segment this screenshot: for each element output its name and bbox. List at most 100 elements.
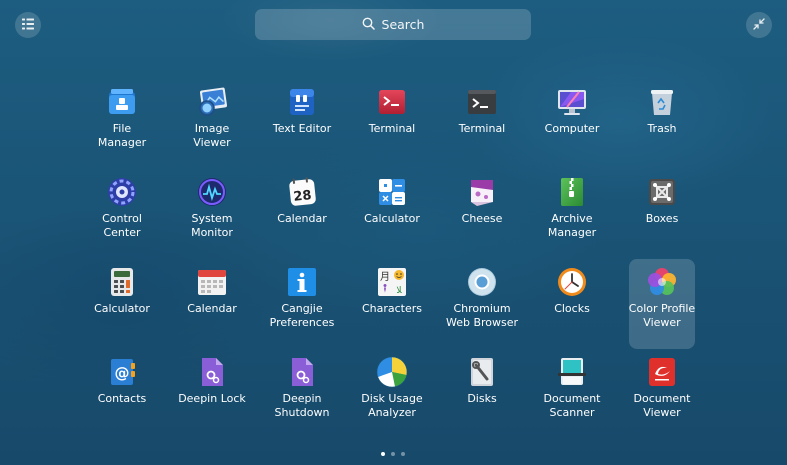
deepin-shutdown-icon [285, 355, 319, 389]
app-label: Characters [361, 302, 423, 315]
search-placeholder: Search [381, 17, 425, 32]
app-document-scanner[interactable]: Document Scanner [527, 349, 617, 439]
app-text-editor[interactable]: Text Editor [257, 79, 347, 169]
app-label: Disk Usage Analyzer [361, 392, 423, 419]
page-dot-3[interactable] [401, 452, 405, 456]
app-trash[interactable]: Trash [617, 79, 707, 169]
deepin-lock-icon [195, 355, 229, 389]
characters-icon: 月ﻼ [375, 265, 409, 299]
app-label: Control Center [102, 212, 142, 239]
app-label: Color Profile Viewer [628, 302, 696, 329]
app-contacts[interactable]: @ Contacts [77, 349, 167, 439]
calendar-28-icon: 28 [285, 175, 319, 209]
app-label: Document Scanner [543, 392, 601, 419]
app-label: Disks [467, 392, 497, 405]
app-label: Contacts [97, 392, 147, 405]
search-box[interactable]: Search [255, 9, 531, 40]
app-calculator-deepin[interactable]: Calculator [347, 169, 437, 259]
app-clocks[interactable]: Clocks [527, 259, 617, 349]
app-label: Document Viewer [633, 392, 691, 419]
app-label: Deepin Lock [178, 392, 246, 405]
svg-text:ﻼ: ﻼ [396, 286, 402, 296]
search-icon [362, 17, 375, 33]
app-deepin-shutdown[interactable]: Deepin Shutdown [257, 349, 347, 439]
app-deepin-lock[interactable]: Deepin Lock [167, 349, 257, 439]
collapse-icon [752, 16, 766, 35]
app-chromium[interactable]: Chromium Web Browser [437, 259, 527, 349]
category-view-button[interactable] [15, 12, 41, 38]
trash-icon [645, 85, 679, 119]
app-label: System Monitor [191, 212, 233, 239]
app-disks[interactable]: Disks [437, 349, 527, 439]
contacts-icon: @ [105, 355, 139, 389]
document-viewer-icon [645, 355, 679, 389]
app-label: Cangjie Preferences [269, 302, 335, 329]
app-calendar-deepin[interactable]: 28 Calendar [257, 169, 347, 259]
app-label: Deepin Shutdown [274, 392, 330, 419]
color-profile-icon [645, 265, 679, 299]
terminal-dark-icon [465, 85, 499, 119]
chromium-icon [465, 265, 499, 299]
app-label: Chromium Web Browser [445, 302, 519, 329]
app-label: Text Editor [272, 122, 332, 135]
disks-icon [465, 355, 499, 389]
computer-icon [555, 85, 589, 119]
app-label: Trash [647, 122, 677, 135]
app-terminal-deepin[interactable]: Terminal [347, 79, 437, 169]
app-system-monitor[interactable]: System Monitor [167, 169, 257, 259]
app-boxes[interactable]: Boxes [617, 169, 707, 259]
disk-usage-icon [375, 355, 409, 389]
boxes-icon [645, 175, 679, 209]
text-editor-icon [285, 85, 319, 119]
app-label: Archive Manager [547, 212, 597, 239]
app-color-profile-viewer[interactable]: Color Profile Viewer [629, 259, 695, 349]
terminal-red-icon [375, 85, 409, 119]
app-label: Calculator [364, 212, 420, 225]
list-view-icon [21, 16, 35, 35]
app-label: Image Viewer [193, 122, 231, 149]
app-archive-manager[interactable]: Archive Manager [527, 169, 617, 259]
app-file-manager[interactable]: File Manager [77, 79, 167, 169]
page-indicator [381, 452, 405, 456]
scanner-icon [555, 355, 589, 389]
app-calendar[interactable]: Calendar [167, 259, 257, 349]
image-viewer-icon [195, 85, 229, 119]
app-disk-usage-analyzer[interactable]: Disk Usage Analyzer [347, 349, 437, 439]
app-grid: File Manager Image Viewer Text Editor Te… [77, 79, 707, 439]
app-label: File Manager [97, 122, 147, 149]
app-calculator[interactable]: Calculator [77, 259, 167, 349]
archive-icon [555, 175, 589, 209]
app-label: Clocks [554, 302, 590, 315]
app-cangjie-preferences[interactable]: Cangjie Preferences [257, 259, 347, 349]
page-dot-1[interactable] [381, 452, 385, 456]
info-icon [285, 265, 319, 299]
folder-icon [105, 85, 139, 119]
calculator-blue-icon [375, 175, 409, 209]
app-characters[interactable]: 月ﻼ Characters [347, 259, 437, 349]
clock-icon [555, 265, 589, 299]
app-image-viewer[interactable]: Image Viewer [167, 79, 257, 169]
app-document-viewer[interactable]: Document Viewer [617, 349, 707, 439]
cheese-icon [465, 175, 499, 209]
exit-fullscreen-button[interactable] [746, 12, 772, 38]
calendar-day-number: 28 [293, 188, 313, 205]
app-terminal[interactable]: Terminal [437, 79, 527, 169]
app-label: Terminal [458, 122, 506, 135]
app-label: Calendar [277, 212, 327, 225]
system-monitor-icon [195, 175, 229, 209]
app-control-center[interactable]: Control Center [77, 169, 167, 259]
app-label: Terminal [368, 122, 416, 135]
app-label: Computer [544, 122, 600, 135]
app-cheese[interactable]: Cheese [437, 169, 527, 259]
app-label: Calendar [187, 302, 237, 315]
page-dot-2[interactable] [391, 452, 395, 456]
app-label: Boxes [645, 212, 679, 225]
calculator-icon [105, 265, 139, 299]
app-label: Calculator [94, 302, 150, 315]
control-center-icon [105, 175, 139, 209]
svg-text:月: 月 [380, 271, 390, 283]
svg-text:@: @ [115, 364, 130, 382]
calendar-icon [195, 265, 229, 299]
app-computer[interactable]: Computer [527, 79, 617, 169]
app-label: Cheese [461, 212, 503, 225]
